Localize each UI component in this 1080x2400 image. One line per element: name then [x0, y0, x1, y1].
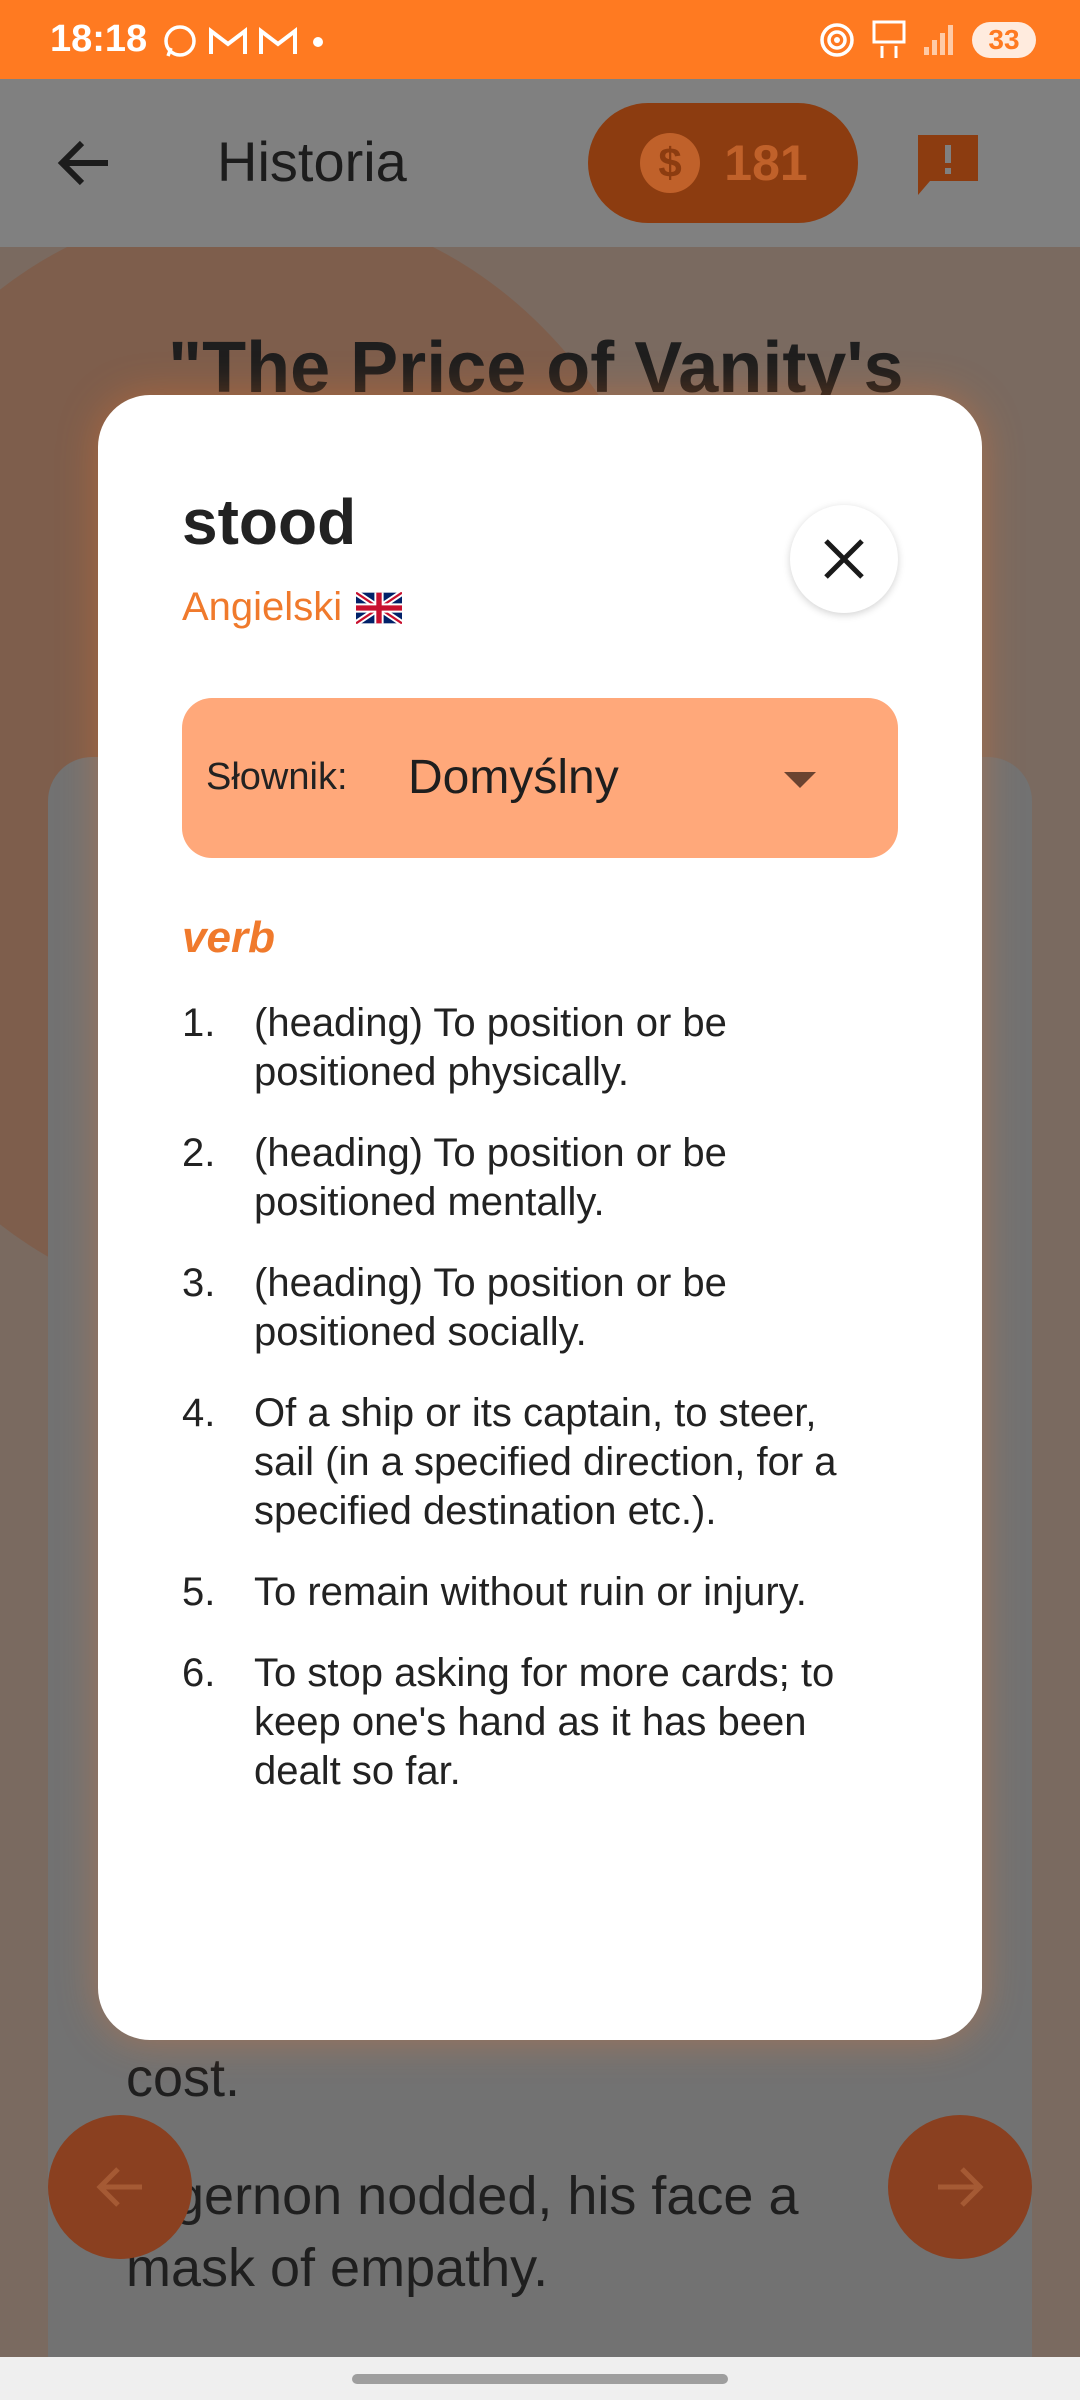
dictionary-value: Domyślny	[408, 751, 619, 804]
definition-item: 3. (heading) To position or be positione…	[182, 1259, 862, 1357]
previous-page-button[interactable]	[48, 2115, 192, 2259]
definition-number: 6.	[182, 1651, 216, 1695]
definition-item: 6. To stop asking for more cards; to kee…	[182, 1649, 862, 1796]
definition-number: 5.	[182, 1570, 216, 1614]
definition-item: 4. Of a ship or its captain, to steer, s…	[182, 1389, 862, 1536]
dictionary-label: Słownik:	[206, 756, 348, 798]
report-feedback-icon[interactable]	[912, 129, 984, 201]
close-button[interactable]	[790, 505, 898, 613]
definition-list: 1. (heading) To position or be positione…	[182, 999, 862, 1828]
story-text-line: Algernon nodded, his face a	[126, 2166, 799, 2226]
close-icon	[824, 539, 864, 579]
page-title: Historia	[217, 130, 407, 193]
part-of-speech: verb	[182, 913, 275, 962]
definition-text: To stop asking for more cards; to keep o…	[254, 1651, 835, 1793]
dictionary-dropdown[interactable]: Słownik: Domyślny	[182, 698, 898, 858]
hotspot-icon	[820, 23, 854, 57]
whatsapp-icon	[164, 25, 196, 57]
definition-text: (heading) To position or be positioned p…	[254, 1001, 727, 1094]
dollar-coin-icon: $	[640, 133, 701, 193]
uk-flag-icon	[356, 591, 403, 624]
definition-text: (heading) To position or be positioned m…	[254, 1131, 727, 1224]
definition-number: 3.	[182, 1261, 216, 1305]
definition-number: 2.	[182, 1131, 216, 1175]
language-label: Angielski	[182, 585, 403, 630]
definition-number: 1.	[182, 1001, 216, 1045]
definition-item: 1. (heading) To position or be positione…	[182, 999, 862, 1097]
language-name: Angielski	[182, 585, 343, 629]
story-text-line: mask of empathy.	[126, 2238, 549, 2298]
definition-item: 2. (heading) To position or be positione…	[182, 1129, 862, 1227]
definition-text: Of a ship or its captain, to steer, sail…	[254, 1391, 837, 1533]
system-navigation-bar	[0, 2357, 1080, 2400]
word-definition-dialog: stood Angielski Słownik: Domyślny verb 1…	[98, 395, 982, 2040]
coins-count: 181	[724, 135, 808, 191]
arrow-right-icon	[938, 2167, 984, 2207]
back-arrow-icon[interactable]	[52, 131, 116, 195]
gesture-handle[interactable]	[352, 2374, 728, 2384]
gmail-icon	[259, 26, 297, 54]
battery-level: 33	[972, 22, 1036, 58]
app-bar: Historia $ 181	[0, 79, 1080, 247]
next-page-button[interactable]	[888, 2115, 1032, 2259]
arrow-left-icon	[96, 2167, 142, 2207]
definition-text: To remain without ruin or injury.	[254, 1570, 807, 1614]
status-time: 18:18	[50, 18, 148, 60]
chevron-down-icon	[784, 772, 816, 788]
story-text-line: cost.	[126, 2048, 241, 2108]
svg-text:$: $	[659, 139, 682, 186]
definition-text: (heading) To position or be positioned s…	[254, 1261, 727, 1354]
word-title: stood	[182, 486, 357, 558]
cellular-signal-icon	[924, 25, 953, 55]
definition-item: 5. To remain without ruin or injury.	[182, 1568, 862, 1617]
definition-number: 4.	[182, 1391, 216, 1435]
notification-dot-icon	[313, 37, 323, 47]
coins-badge[interactable]: $ 181	[588, 103, 858, 223]
gmail-icon	[209, 26, 247, 54]
5g-signal-icon	[872, 20, 906, 58]
status-bar: 18:18 33	[0, 0, 1080, 79]
